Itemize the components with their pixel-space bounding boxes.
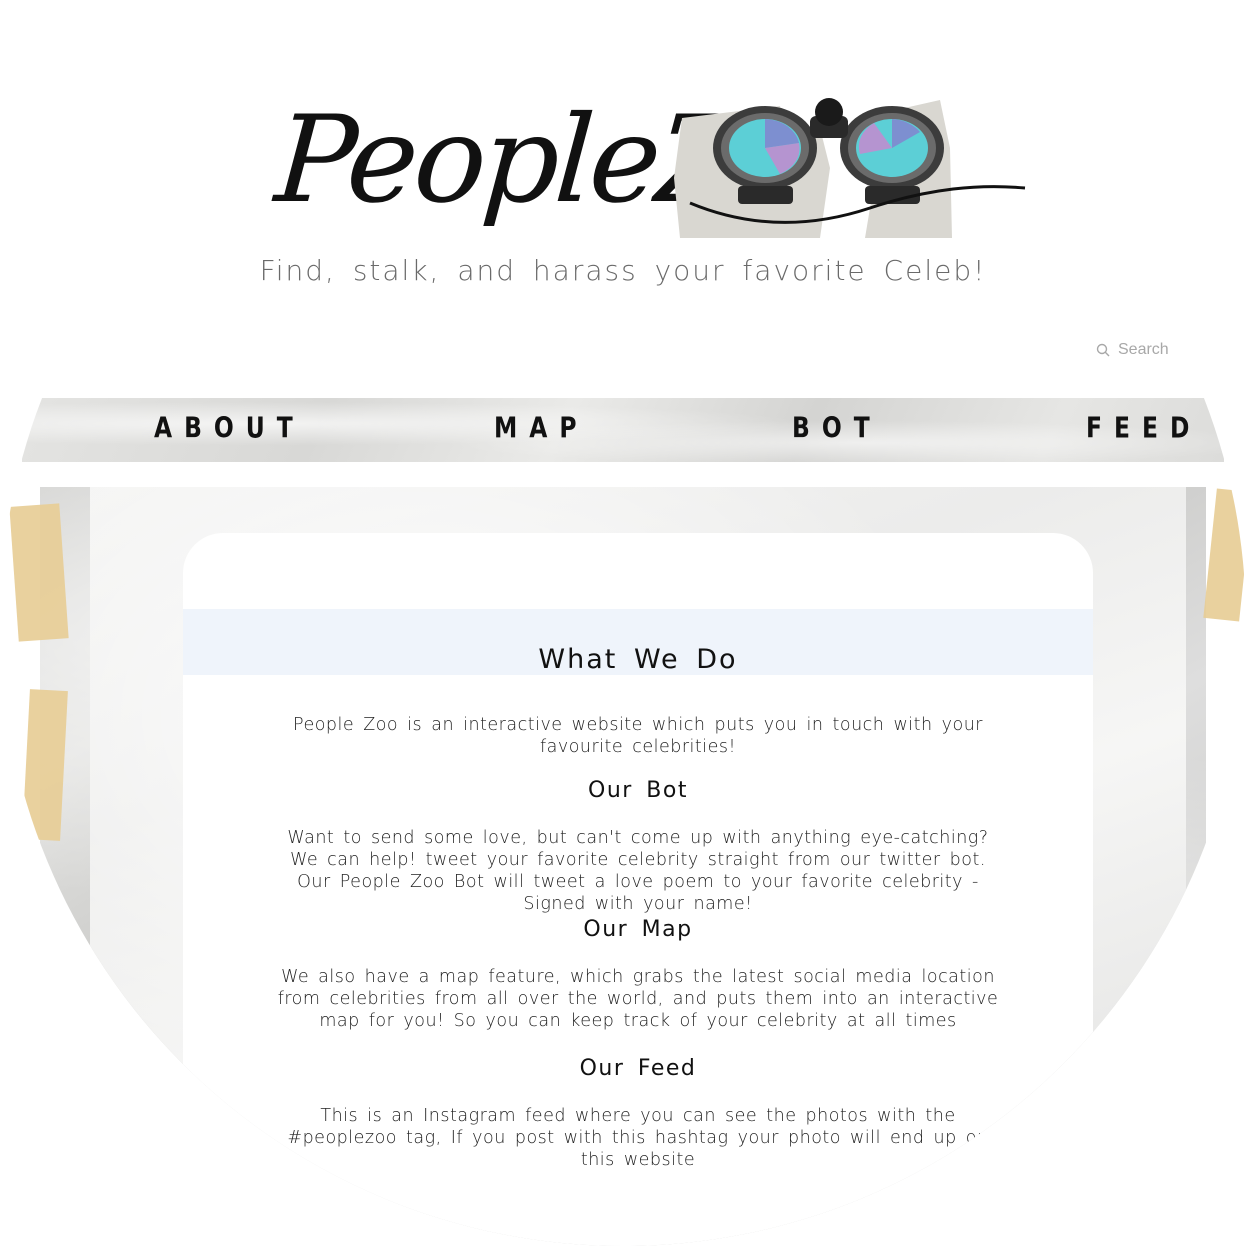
feed-heading: Our Feed	[579, 1056, 697, 1081]
bot-section: Our Bot Want to send some love, but can'…	[273, 778, 1003, 915]
main-nav: ABOUT MAP BOT FEED	[22, 398, 1224, 462]
intro-text: People Zoo is an interactive website whi…	[293, 715, 983, 757]
page-title: What We Do	[538, 644, 738, 676]
search-input[interactable]	[1118, 341, 1208, 359]
nav-item-map[interactable]: MAP	[494, 395, 589, 465]
site-tagline: Find, stalk, and harass your favorite Ce…	[259, 254, 987, 287]
search-box[interactable]	[1096, 338, 1216, 362]
bot-heading: Our Bot	[588, 778, 688, 803]
feed-text: This is an Instagram feed where you can …	[287, 1106, 989, 1170]
tape-decoration	[9, 503, 69, 642]
page-frame: PeopleZ Find, stalk, and harass your fav…	[0, 0, 1246, 1246]
content-card: What We Do People Zoo is an interactive …	[183, 533, 1093, 1246]
search-icon	[1096, 343, 1110, 357]
binoculars-icon	[674, 98, 1026, 238]
map-heading: Our Map	[583, 917, 693, 942]
bot-text: Want to send some love, but can't come u…	[287, 828, 989, 914]
feed-section: Our Feed This is an Instagram feed where…	[273, 1056, 1003, 1171]
tape-decoration	[1203, 488, 1246, 622]
nav-item-about[interactable]: ABOUT	[154, 395, 305, 465]
nav-item-bot[interactable]: BOT	[792, 395, 882, 465]
map-text: We also have a map feature, which grabs …	[277, 967, 999, 1031]
tape-decoration	[22, 689, 68, 841]
site-logo[interactable]: PeopleZ	[270, 78, 1040, 253]
intro-section: People Zoo is an interactive website whi…	[273, 714, 1003, 758]
nav-item-feed[interactable]: FEED	[1086, 395, 1201, 465]
map-section: Our Map We also have a map feature, whic…	[273, 917, 1003, 1032]
